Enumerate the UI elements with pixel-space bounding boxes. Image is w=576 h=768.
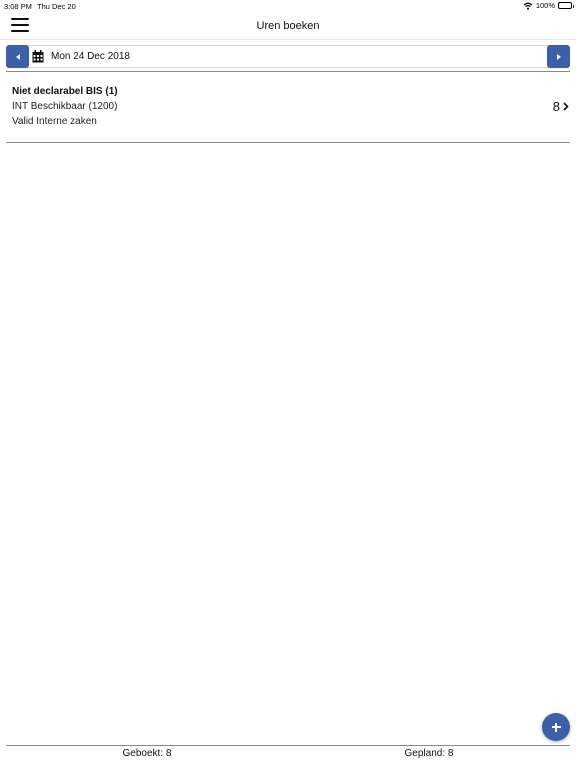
chevron-right-icon — [563, 102, 569, 111]
caret-right-icon — [556, 53, 561, 60]
booked-total: Geboekt: 8 — [122, 748, 172, 759]
add-booking-button[interactable] — [542, 713, 570, 741]
status-indicators: 100% — [523, 1, 574, 10]
app-header: Uren boeken — [0, 12, 576, 40]
footer-totals: Geboekt: 8 Gepland: 8 — [6, 747, 570, 763]
divider — [6, 745, 570, 746]
booking-entry[interactable]: Niet declarabel BIS (1) INT Beschikbaar … — [6, 78, 570, 138]
entry-activity: INT Beschikbaar (1200) — [12, 101, 118, 112]
divider — [6, 142, 570, 143]
planned-total: Gepland: 8 — [404, 748, 454, 759]
wifi-icon — [523, 2, 533, 10]
selected-date[interactable]: Mon 24 Dec 2018 — [51, 51, 130, 62]
status-date: Thu Dec 20 — [37, 2, 76, 11]
status-bar: 3:08 PM Thu Dec 20 100% — [0, 0, 576, 12]
caret-left-icon — [15, 53, 20, 60]
entry-hours: 8 — [552, 99, 560, 114]
battery-icon — [558, 2, 574, 9]
entry-description: Valid Interne zaken — [12, 116, 97, 127]
divider — [6, 71, 570, 72]
battery-percentage: 100% — [535, 1, 555, 10]
previous-day-button[interactable] — [6, 45, 29, 68]
next-day-button[interactable] — [547, 45, 570, 68]
entry-title: Niet declarabel BIS (1) — [12, 86, 118, 97]
date-navigation: Mon 24 Dec 2018 — [6, 45, 570, 68]
status-time: 3:08 PM — [4, 2, 32, 11]
calendar-icon[interactable] — [32, 50, 44, 63]
plus-icon — [551, 722, 561, 732]
page-title: Uren boeken — [256, 20, 320, 32]
